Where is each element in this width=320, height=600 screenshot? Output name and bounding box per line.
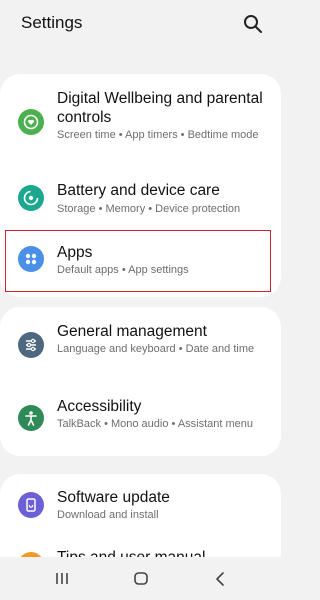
settings-item-title: Digital Wellbeing and parental controls bbox=[57, 90, 263, 126]
device-care-icon bbox=[18, 185, 44, 211]
settings-item-subtitle: Language and keyboard • Date and time bbox=[57, 343, 255, 355]
settings-item-title: Accessibility bbox=[57, 398, 142, 415]
settings-item-subtitle: Download and install bbox=[57, 509, 159, 521]
highlight-box bbox=[5, 230, 271, 292]
digital-wellbeing-icon bbox=[18, 109, 44, 135]
back-button[interactable] bbox=[208, 569, 232, 589]
home-button[interactable] bbox=[129, 569, 153, 589]
header: Settings bbox=[0, 0, 281, 60]
recents-icon bbox=[56, 573, 68, 584]
back-icon bbox=[216, 572, 224, 586]
search-button[interactable] bbox=[241, 12, 265, 36]
settings-item-accessibility[interactable]: Accessibility TalkBack • Mono audio • As… bbox=[0, 395, 281, 447]
home-icon bbox=[134, 572, 148, 585]
settings-item-general-management[interactable]: General management Language and keyboard… bbox=[0, 320, 281, 372]
search-icon bbox=[244, 15, 262, 33]
settings-item-subtitle: TalkBack • Mono audio • Assistant menu bbox=[57, 418, 254, 430]
settings-item-subtitle: Storage • Memory • Device protection bbox=[57, 203, 241, 215]
settings-item-battery[interactable]: Battery and device care Storage • Memory… bbox=[0, 179, 281, 223]
general-management-icon bbox=[18, 332, 44, 358]
settings-item-subtitle: Screen time • App timers • Bedtime mode bbox=[57, 129, 259, 141]
settings-item-digital-wellbeing[interactable]: Digital Wellbeing and parental controls … bbox=[0, 88, 281, 160]
settings-item-title: Software update bbox=[57, 489, 170, 506]
settings-item-title: General management bbox=[57, 323, 207, 340]
settings-item-title: Battery and device care bbox=[57, 182, 220, 199]
recents-button[interactable] bbox=[50, 569, 74, 589]
navigation-bar bbox=[0, 557, 281, 600]
accessibility-icon bbox=[18, 405, 44, 431]
settings-item-software-update[interactable]: Software update Download and install bbox=[0, 486, 281, 530]
page-title: Settings bbox=[21, 13, 83, 32]
software-update-icon bbox=[18, 492, 44, 518]
